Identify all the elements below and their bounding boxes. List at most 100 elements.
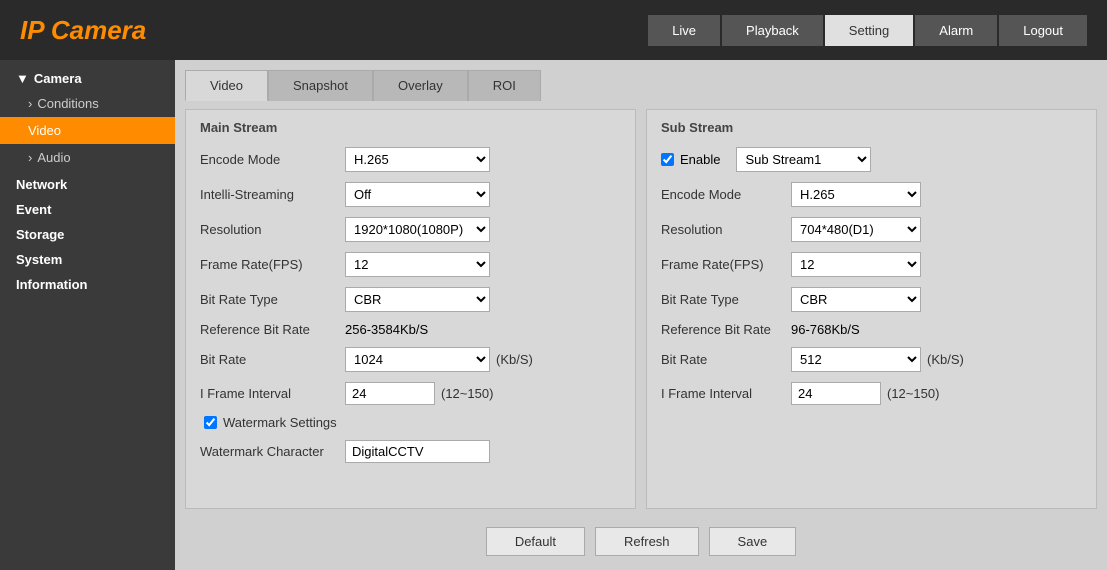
logo: IP Camera <box>20 15 146 46</box>
sidebar-section-event[interactable]: Event <box>0 196 175 221</box>
resolution-label: Resolution <box>200 222 345 237</box>
logo-ip: IP <box>20 15 44 45</box>
sub-tabs: Video Snapshot Overlay ROI <box>185 70 1097 101</box>
logo-camera: Camera <box>44 15 147 45</box>
sub-frame-rate-label: Frame Rate(FPS) <box>661 257 791 272</box>
watermark-settings-row: Watermark Settings <box>204 415 621 430</box>
sidebar-item-audio[interactable]: › Audio <box>0 144 175 171</box>
sub-stream-panel: Sub Stream Enable Sub Stream1Sub Stream2… <box>646 109 1097 509</box>
encode-mode-label: Encode Mode <box>200 152 345 167</box>
sub-bit-rate-type-control: CBRVBR <box>791 287 921 312</box>
sidebar-section-network-label: Network <box>16 177 67 192</box>
sub-bit-rate-unit: (Kb/S) <box>927 352 964 367</box>
sub-tab-video[interactable]: Video <box>185 70 268 101</box>
sidebar-section-event-label: Event <box>16 202 51 217</box>
sub-resolution-select[interactable]: 704*480(D1)352*240(CIF) <box>791 217 921 242</box>
sub-reference-bit-rate-row: Reference Bit Rate 96-768Kb/S <box>661 322 1082 337</box>
iframe-interval-row: I Frame Interval (12~150) <box>200 382 621 405</box>
sub-resolution-control: 704*480(D1)352*240(CIF) <box>791 217 921 242</box>
bit-rate-label: Bit Rate <box>200 352 345 367</box>
bit-rate-type-control: CBRVBR <box>345 287 490 312</box>
intelli-streaming-label: Intelli-Streaming <box>200 187 345 202</box>
sidebar-item-conditions[interactable]: › Conditions <box>0 90 175 117</box>
sidebar-section-network[interactable]: Network <box>0 171 175 196</box>
sub-stream-title: Sub Stream <box>661 120 1082 135</box>
resolution-row: Resolution 1920*1080(1080P)1280*720(720P… <box>200 217 621 242</box>
resolution-control: 1920*1080(1080P)1280*720(720P) <box>345 217 490 242</box>
refresh-button[interactable]: Refresh <box>595 527 699 556</box>
tab-live[interactable]: Live <box>648 15 720 46</box>
watermark-character-input[interactable] <box>345 440 490 463</box>
sidebar-section-system-label: System <box>16 252 62 267</box>
sub-stream-select[interactable]: Sub Stream1Sub Stream2 <box>736 147 871 172</box>
sub-reference-bit-rate-text: 96-768Kb/S <box>791 322 860 337</box>
encode-mode-select[interactable]: H.265H.264H.265+ <box>345 147 490 172</box>
sidebar-item-video-label: Video <box>28 123 61 138</box>
bit-rate-control: 10245122048 (Kb/S) <box>345 347 533 372</box>
default-button[interactable]: Default <box>486 527 585 556</box>
tab-alarm[interactable]: Alarm <box>915 15 997 46</box>
resolution-select[interactable]: 1920*1080(1080P)1280*720(720P) <box>345 217 490 242</box>
intelli-streaming-row: Intelli-Streaming OffOn <box>200 182 621 207</box>
save-button[interactable]: Save <box>709 527 797 556</box>
sidebar-item-audio-label: Audio <box>37 150 70 165</box>
bit-rate-unit: (Kb/S) <box>496 352 533 367</box>
main-stream-panel: Main Stream Encode Mode H.265H.264H.265+… <box>185 109 636 509</box>
bit-rate-type-select[interactable]: CBRVBR <box>345 287 490 312</box>
tab-playback[interactable]: Playback <box>722 15 823 46</box>
watermark-settings-label[interactable]: Watermark Settings <box>223 415 337 430</box>
bit-rate-row: Bit Rate 10245122048 (Kb/S) <box>200 347 621 372</box>
tab-logout[interactable]: Logout <box>999 15 1087 46</box>
main-layout: ▼ Camera › Conditions Video › Audio Netw… <box>0 60 1107 570</box>
sub-frame-rate-control: 12152025 <box>791 252 921 277</box>
sub-tab-roi[interactable]: ROI <box>468 70 541 101</box>
sidebar-section-system[interactable]: System <box>0 246 175 271</box>
sub-reference-bit-rate-label: Reference Bit Rate <box>661 322 791 337</box>
frame-rate-row: Frame Rate(FPS) 1215202530 <box>200 252 621 277</box>
sub-bit-rate-control: 512256768 (Kb/S) <box>791 347 964 372</box>
intelli-streaming-select[interactable]: OffOn <box>345 182 490 207</box>
frame-rate-label: Frame Rate(FPS) <box>200 257 345 272</box>
sub-tab-overlay[interactable]: Overlay <box>373 70 468 101</box>
sub-resolution-row: Resolution 704*480(D1)352*240(CIF) <box>661 217 1082 242</box>
sidebar-item-conditions-label: Conditions <box>37 96 98 111</box>
iframe-interval-control: (12~150) <box>345 382 493 405</box>
sub-stream-enable-row: Enable Sub Stream1Sub Stream2 <box>661 147 1082 172</box>
sub-stream-enable-label[interactable]: Enable <box>680 152 720 167</box>
sub-stream-enable-checkbox[interactable] <box>661 153 674 166</box>
sub-iframe-interval-input[interactable] <box>791 382 881 405</box>
sidebar-section-information[interactable]: Information <box>0 271 175 296</box>
iframe-interval-input[interactable] <box>345 382 435 405</box>
sub-bit-rate-label: Bit Rate <box>661 352 791 367</box>
sub-bit-rate-type-row: Bit Rate Type CBRVBR <box>661 287 1082 312</box>
sidebar-item-video[interactable]: Video <box>0 117 175 144</box>
encode-mode-control: H.265H.264H.265+ <box>345 147 490 172</box>
reference-bit-rate-label: Reference Bit Rate <box>200 322 345 337</box>
bottom-buttons: Default Refresh Save <box>185 517 1097 560</box>
sidebar-section-camera-label: Camera <box>34 71 82 86</box>
watermark-character-row: Watermark Character <box>200 440 621 463</box>
nav-tabs: Live Playback Setting Alarm Logout <box>648 15 1087 46</box>
sidebar-section-information-label: Information <box>16 277 88 292</box>
sub-encode-mode-label: Encode Mode <box>661 187 791 202</box>
sub-bit-rate-type-select[interactable]: CBRVBR <box>791 287 921 312</box>
intelli-streaming-control: OffOn <box>345 182 490 207</box>
sub-encode-mode-select[interactable]: H.265H.264 <box>791 182 921 207</box>
main-stream-title: Main Stream <box>200 120 621 135</box>
reference-bit-rate-value: 256-3584Kb/S <box>345 322 428 337</box>
bit-rate-select[interactable]: 10245122048 <box>345 347 490 372</box>
sub-frame-rate-select[interactable]: 12152025 <box>791 252 921 277</box>
sidebar-section-camera[interactable]: ▼ Camera <box>0 65 175 90</box>
sub-iframe-interval-range: (12~150) <box>887 386 939 401</box>
frame-rate-select[interactable]: 1215202530 <box>345 252 490 277</box>
sidebar-section-storage[interactable]: Storage <box>0 221 175 246</box>
frame-rate-control: 1215202530 <box>345 252 490 277</box>
sub-tab-snapshot[interactable]: Snapshot <box>268 70 373 101</box>
iframe-interval-range: (12~150) <box>441 386 493 401</box>
watermark-settings-checkbox[interactable] <box>204 416 217 429</box>
tab-setting[interactable]: Setting <box>825 15 913 46</box>
sub-bit-rate-select[interactable]: 512256768 <box>791 347 921 372</box>
sub-reference-bit-rate-value: 96-768Kb/S <box>791 322 860 337</box>
arrow-icon: ▼ <box>16 71 29 86</box>
sub-encode-mode-control: H.265H.264 <box>791 182 921 207</box>
